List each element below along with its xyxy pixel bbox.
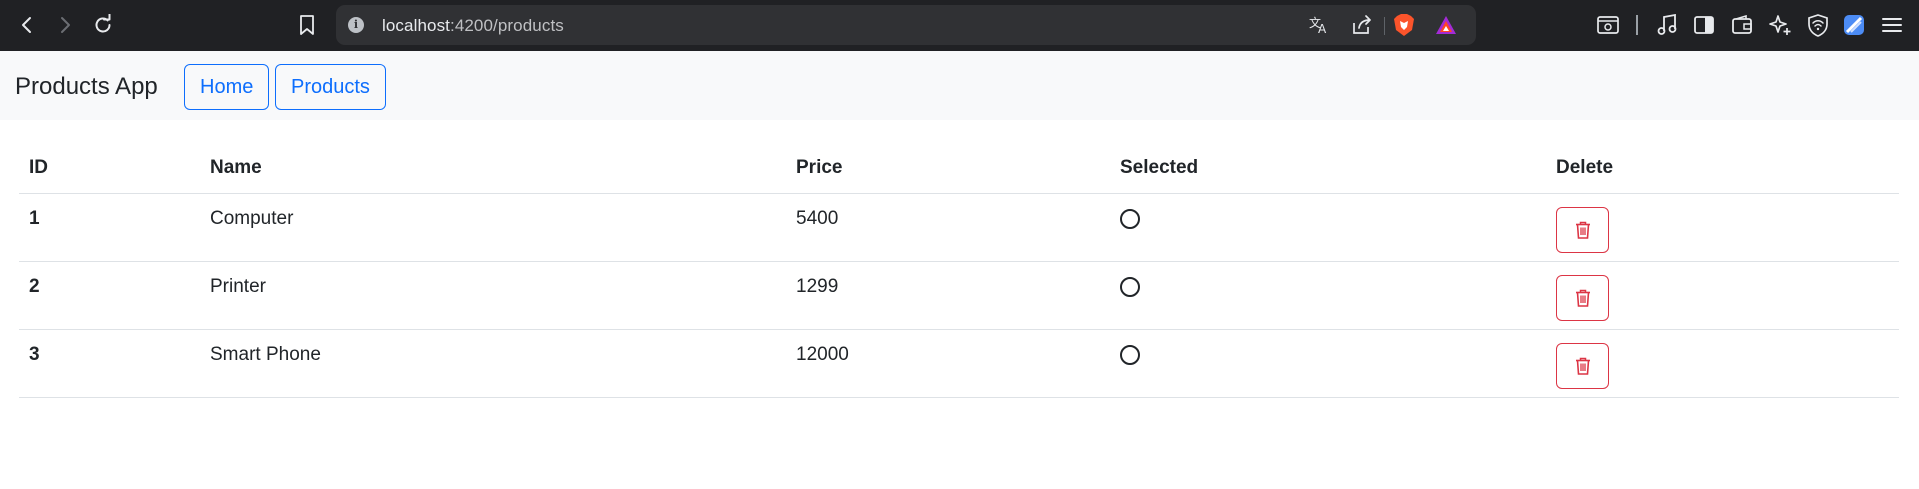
- menu-icon[interactable]: [1879, 12, 1905, 38]
- product-id: 2: [19, 261, 200, 330]
- product-id: 1: [19, 193, 200, 262]
- svg-text:A: A: [1318, 22, 1327, 35]
- url-text[interactable]: localhost:4200/products: [382, 16, 564, 36]
- selected-cell: [1110, 261, 1546, 330]
- address-bar[interactable]: i localhost:4200/products 文A: [336, 5, 1476, 45]
- profile-icon[interactable]: [1841, 12, 1867, 38]
- share-icon[interactable]: [1350, 13, 1374, 37]
- delete-cell: [1546, 261, 1899, 330]
- delete-button[interactable]: [1556, 206, 1609, 253]
- selected-toggle[interactable]: [1120, 276, 1140, 297]
- table-header-row: ID Name Price Selected Delete: [19, 149, 1899, 194]
- forward-icon[interactable]: [50, 10, 80, 40]
- products-table: ID Name Price Selected Delete 1 Computer…: [19, 149, 1899, 398]
- wallet-icon[interactable]: [1729, 12, 1755, 38]
- url-path: :4200/products: [450, 16, 564, 35]
- delete-cell: [1546, 329, 1899, 398]
- selected-toggle[interactable]: [1120, 344, 1140, 365]
- col-header-id: ID: [19, 149, 200, 194]
- nav-products-button[interactable]: Products: [275, 64, 386, 110]
- product-price: 5400: [786, 193, 1110, 262]
- reload-icon[interactable]: [88, 10, 118, 40]
- app-navbar: Products App Home Products: [0, 51, 1919, 120]
- back-icon[interactable]: [12, 10, 42, 40]
- site-info-icon[interactable]: i: [348, 17, 364, 33]
- selected-cell: [1110, 193, 1546, 262]
- leo-ai-icon[interactable]: [1767, 12, 1793, 38]
- url-host: localhost: [382, 16, 450, 35]
- col-header-delete: Delete: [1546, 149, 1899, 194]
- selected-cell: [1110, 329, 1546, 398]
- nav-home-button[interactable]: Home: [184, 64, 270, 110]
- col-header-price: Price: [786, 149, 1110, 194]
- selected-toggle[interactable]: [1120, 208, 1140, 229]
- vpn-icon[interactable]: [1805, 12, 1831, 38]
- table-row: 3 Smart Phone 12000: [19, 329, 1899, 398]
- trash-icon: [1575, 289, 1590, 307]
- product-name: Smart Phone: [200, 329, 786, 398]
- product-name: Printer: [200, 261, 786, 330]
- delete-button[interactable]: [1556, 274, 1609, 321]
- brave-rewards-icon[interactable]: [1434, 13, 1458, 37]
- trash-icon: [1575, 357, 1590, 375]
- trash-icon: [1575, 221, 1590, 239]
- table-row: 2 Printer 1299: [19, 261, 1899, 330]
- bookmark-icon[interactable]: [292, 10, 322, 40]
- table-row: 1 Computer 5400: [19, 193, 1899, 262]
- sidebar-icon[interactable]: [1691, 12, 1717, 38]
- page-content: Products App Home Products ID Name Price…: [0, 51, 1919, 489]
- product-price: 1299: [786, 261, 1110, 330]
- app-brand[interactable]: Products App: [15, 73, 158, 101]
- product-id: 3: [19, 329, 200, 398]
- translate-icon[interactable]: 文A: [1307, 13, 1331, 37]
- col-header-name: Name: [200, 149, 786, 194]
- delete-cell: [1546, 193, 1899, 262]
- product-price: 12000: [786, 329, 1110, 398]
- product-name: Computer: [200, 193, 786, 262]
- col-header-selected: Selected: [1110, 149, 1546, 194]
- brave-shields-icon[interactable]: [1392, 13, 1416, 37]
- delete-button[interactable]: [1556, 342, 1609, 389]
- media-icon[interactable]: [1654, 12, 1680, 38]
- reader-mode-icon[interactable]: [1595, 12, 1621, 38]
- browser-toolbar: i localhost:4200/products 文A: [0, 0, 1919, 51]
